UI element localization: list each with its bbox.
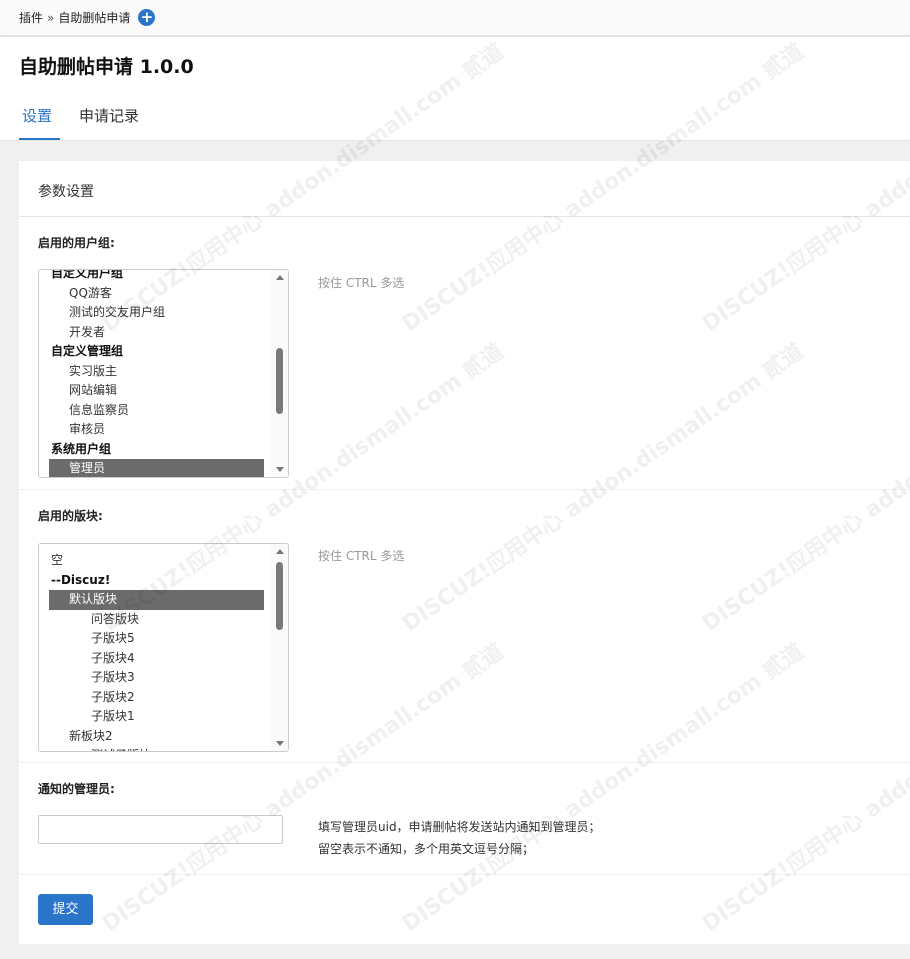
- row-divider: [19, 489, 910, 490]
- notify-admin-label: 通知的管理员:: [38, 782, 115, 796]
- settings-panel: 参数设置 启用的用户组: 自定义用户组 QQ游客 测试的交友用户组 开发者 自定义管理组…: [19, 161, 910, 944]
- tab-settings[interactable]: 设置: [22, 105, 52, 126]
- notify-admin-uid-input[interactable]: [38, 815, 283, 844]
- user-groups-label: 启用的用户组:: [38, 236, 115, 250]
- forums-select[interactable]: 空 --Discuz! 默认版块 问答版块 子版块5 子版块4 子版块3 子版块2 子版块1 新板…: [38, 543, 289, 752]
- user-groups-options: 自定义用户组 QQ游客 测试的交友用户组 开发者 自定义管理组实习版主 网站编辑 信息监察员…: [49, 269, 264, 477]
- option-group-label: 自定义用户组: [51, 269, 124, 280]
- notify-admin-hint-line2: 留空表示不通知，多个用英文逗号分隔；: [318, 842, 535, 856]
- breadcrumb-separator: »: [47, 10, 55, 25]
- scroll-thumb[interactable]: [276, 562, 283, 630]
- select-option[interactable]: 默认版块: [49, 590, 264, 610]
- scroll-up-arrow-icon[interactable]: [276, 549, 284, 554]
- panel-divider: [19, 216, 910, 217]
- select-option[interactable]: 审核员: [49, 420, 264, 440]
- panel-title: 参数设置: [38, 184, 94, 200]
- forums-scrollbar[interactable]: [271, 544, 288, 751]
- option-group-label: --Discuz!: [51, 572, 111, 587]
- select-option[interactable]: QQ游客: [49, 284, 264, 304]
- select-option[interactable]: 开发者: [49, 323, 264, 343]
- submit-button[interactable]: 提交: [38, 894, 93, 925]
- page-header: 自助删帖申请 1.0.0 设置 申请记录: [0, 37, 910, 141]
- row-divider: [19, 762, 910, 763]
- option-group-label: 自定义管理组: [51, 344, 124, 358]
- select-option[interactable]: 测试子版块: [49, 746, 264, 751]
- user-groups-hint: 按住 CTRL 多选: [318, 276, 405, 290]
- select-option[interactable]: 子版块1: [49, 707, 264, 727]
- select-option[interactable]: 空: [49, 551, 264, 571]
- tab-application-records[interactable]: 申请记录: [79, 105, 139, 126]
- scroll-up-arrow-icon[interactable]: [276, 275, 284, 280]
- page-title: 自助删帖申请 1.0.0: [19, 56, 194, 78]
- scroll-thumb[interactable]: [276, 348, 283, 414]
- row-divider: [19, 874, 910, 875]
- forums-options: 空 --Discuz! 默认版块 问答版块 子版块5 子版块4 子版块3 子版块2 子版块1 新板…: [49, 551, 264, 751]
- notify-admin-hint: 填写管理员uid，申请删帖将发送站内通知到管理员； 留空表示不通知，多个用英文逗…: [318, 816, 601, 860]
- select-option[interactable]: 新板块2: [49, 727, 264, 747]
- add-shortcut-icon[interactable]: +: [138, 9, 156, 26]
- select-option[interactable]: 子版块2: [49, 688, 264, 708]
- scroll-down-arrow-icon[interactable]: [276, 467, 284, 472]
- breadcrumb: 插件 » 自助删帖申请 +: [0, 0, 910, 36]
- select-option[interactable]: 网站编辑: [49, 381, 264, 401]
- breadcrumb-current: 自助删帖申请: [58, 11, 131, 25]
- select-option[interactable]: 子版块3: [49, 668, 264, 688]
- user-groups-scrollbar[interactable]: [271, 270, 288, 477]
- option-group-label: 系统用户组: [51, 441, 112, 456]
- select-option[interactable]: 子版块5: [49, 629, 264, 649]
- select-option[interactable]: 问答版块: [49, 610, 264, 630]
- select-option[interactable]: 实习版主: [49, 362, 264, 382]
- active-tab-indicator: [19, 138, 60, 140]
- select-option[interactable]: 信息监察员: [49, 401, 264, 421]
- select-option[interactable]: 子版块4: [49, 649, 264, 669]
- user-groups-select[interactable]: 自定义用户组 QQ游客 测试的交友用户组 开发者 自定义管理组实习版主 网站编辑 信息监察员…: [38, 269, 289, 478]
- scroll-down-arrow-icon[interactable]: [276, 741, 284, 746]
- forums-label: 启用的版块:: [38, 509, 103, 523]
- breadcrumb-parent-link[interactable]: 插件: [19, 9, 43, 26]
- select-option[interactable]: 管理员: [49, 459, 264, 477]
- notify-admin-hint-line1: 填写管理员uid，申请删帖将发送站内通知到管理员；: [318, 820, 601, 834]
- forums-hint: 按住 CTRL 多选: [318, 549, 405, 563]
- select-option[interactable]: 测试的交友用户组: [49, 303, 264, 323]
